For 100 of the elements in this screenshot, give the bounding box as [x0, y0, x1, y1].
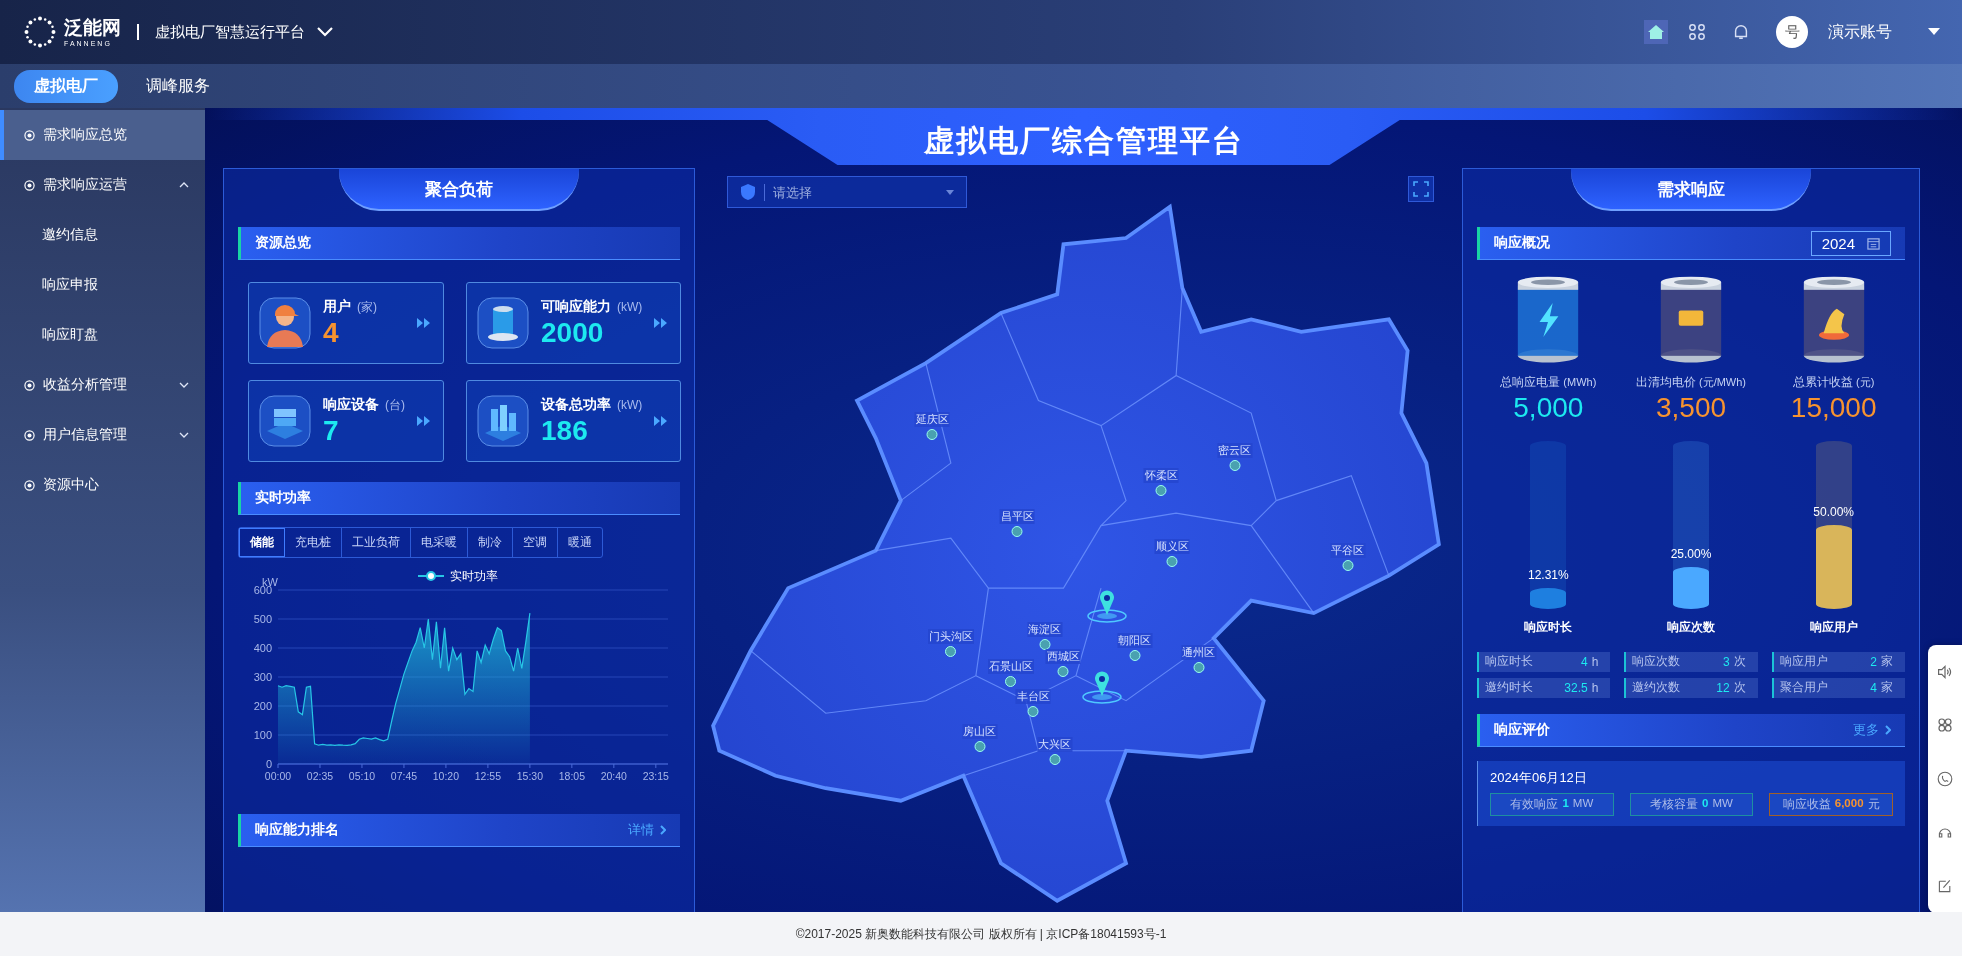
category-tab[interactable]: 暖通 — [558, 528, 602, 557]
stat-unit: 次 — [1733, 653, 1746, 671]
sidebar-subitem[interactable]: 响应申报 — [0, 260, 205, 310]
category-tab[interactable]: 工业负荷 — [342, 528, 411, 557]
location-dot — [926, 428, 938, 440]
x-tick-label: 12:55 — [474, 770, 502, 782]
total-label: 出清均电价 — [1635, 375, 1696, 389]
chip-label: 响应收益 — [1782, 796, 1831, 812]
sidebar-subitem[interactable]: 响应盯盘 — [0, 310, 205, 360]
stat-value: 32.5 — [1564, 680, 1588, 695]
x-tick-label: 15:30 — [516, 770, 543, 782]
chip-unit: MW — [1712, 796, 1733, 811]
stat-unit: h — [1591, 654, 1599, 669]
edit-icon[interactable] — [1937, 878, 1953, 895]
apps-icon[interactable] — [1688, 23, 1706, 41]
gauge-label: 响应用户 — [1809, 618, 1858, 636]
card-value: 7 — [323, 415, 340, 447]
stat-label: 聚合用户 — [1779, 679, 1829, 697]
chevron-icon[interactable] — [179, 432, 189, 438]
dashboard-title: 虚拟电厂综合管理平台 — [923, 122, 1244, 159]
sidebar-item[interactable]: 需求响应运营 — [0, 160, 205, 210]
total-label: 总累计收益 — [1793, 375, 1853, 389]
sidebar-item[interactable]: 用户信息管理 — [0, 410, 205, 460]
sidebar-item[interactable]: 资源中心 — [0, 460, 205, 510]
sidebar-item[interactable]: 需求响应总览 — [0, 110, 205, 160]
district-label: 丰台区 — [1015, 689, 1051, 705]
details-link[interactable]: 详情 — [628, 821, 654, 839]
total-value: 15,000 — [1790, 391, 1877, 425]
caret-down-icon[interactable] — [1928, 28, 1940, 36]
category-tab[interactable]: 充电桩 — [285, 528, 342, 557]
bell-icon[interactable] — [1732, 23, 1750, 41]
gauge-reading: 12.31% — [1528, 567, 1569, 582]
location-dot — [1049, 753, 1061, 765]
y-tick-label: 200 — [253, 700, 272, 712]
section-title: 响应能力排名 — [255, 821, 340, 839]
y-tick-label: 400 — [253, 642, 272, 654]
card-unit: (kW) — [617, 299, 643, 314]
card-label: 响应设备 — [323, 395, 379, 412]
chip-value: 0 — [1702, 796, 1709, 811]
chevron-icon[interactable] — [179, 182, 189, 188]
stat-label: 邀约次数 — [1632, 679, 1682, 697]
region-select[interactable]: 请选择 — [727, 176, 967, 208]
user-name[interactable]: 演示账号 — [1828, 21, 1892, 43]
stat-label: 响应用户 — [1779, 653, 1829, 671]
chip-label: 有效响应 — [1510, 796, 1559, 812]
location-dot — [945, 646, 957, 658]
section-title: 响应评价 — [1494, 720, 1551, 739]
location-dot — [1166, 556, 1178, 568]
total-label: 总响应电量 — [1500, 375, 1561, 389]
chevron-right-icon[interactable] — [1885, 724, 1891, 735]
y-tick-label: 500 — [253, 613, 272, 625]
chevron-down-icon[interactable] — [317, 27, 333, 37]
total-value: 5,000 — [1513, 391, 1584, 425]
gauge-reading: 25.00% — [1670, 546, 1712, 561]
double-chevron-icon[interactable] — [654, 318, 669, 328]
section-title: 实时功率 — [255, 489, 312, 507]
location-dot — [1155, 484, 1167, 496]
stat-unit: 次 — [1733, 679, 1746, 697]
apps-icon[interactable] — [1937, 717, 1953, 734]
sidebar-item[interactable]: 收益分析管理 — [0, 360, 205, 410]
target-icon — [24, 379, 35, 391]
location-dot — [1011, 526, 1023, 538]
chevron-right-icon[interactable] — [660, 825, 666, 835]
phone-icon[interactable] — [1937, 771, 1953, 787]
fullscreen-icon[interactable] — [1408, 176, 1434, 202]
category-tab[interactable]: 储能 — [239, 528, 285, 557]
nav-tab[interactable]: 调峰服务 — [126, 69, 230, 103]
y-tick-label: 0 — [265, 758, 272, 770]
sidebar-subitem[interactable]: 邀约信息 — [0, 210, 205, 260]
location-dot — [1129, 649, 1141, 661]
stat-label: 邀约时长 — [1485, 679, 1534, 697]
home-icon[interactable] — [1644, 20, 1668, 44]
district-label: 房山区 — [962, 724, 998, 740]
server-stack-icon — [259, 395, 311, 447]
map-pin-icon — [1082, 669, 1123, 704]
panel-title: 需求响应 — [1571, 169, 1811, 211]
select-input[interactable]: 请选择 — [764, 183, 938, 201]
chip-unit: MW — [1572, 796, 1594, 811]
platform-name[interactable]: 虚拟电厂智慧运行平台 — [155, 22, 305, 42]
x-tick-label: 07:45 — [390, 770, 418, 782]
user-avatar[interactable]: 号 — [1776, 16, 1808, 48]
card-label: 用户 — [323, 297, 351, 314]
category-tab[interactable]: 制冷 — [468, 528, 513, 557]
district-label: 石景山区 — [987, 659, 1034, 675]
chip-unit: 元 — [1867, 796, 1880, 812]
category-tab[interactable]: 空调 — [513, 528, 558, 557]
logo-name: 泛能网 — [64, 17, 121, 37]
year-picker[interactable]: 2024 — [1810, 230, 1891, 256]
stat-label: 响应时长 — [1485, 653, 1534, 671]
category-tab[interactable]: 电采暖 — [411, 528, 468, 557]
double-chevron-icon[interactable] — [654, 416, 669, 426]
total-value: 3,500 — [1655, 391, 1727, 425]
speaker-icon[interactable] — [1937, 663, 1953, 680]
gauge-label: 响应时长 — [1524, 618, 1573, 636]
double-chevron-icon[interactable] — [417, 318, 431, 328]
chevron-icon[interactable] — [179, 382, 189, 388]
cylinder-icon — [477, 297, 529, 349]
target-icon — [24, 129, 35, 141]
double-chevron-icon[interactable] — [417, 416, 431, 426]
more-link[interactable]: 更多 — [1853, 720, 1879, 739]
